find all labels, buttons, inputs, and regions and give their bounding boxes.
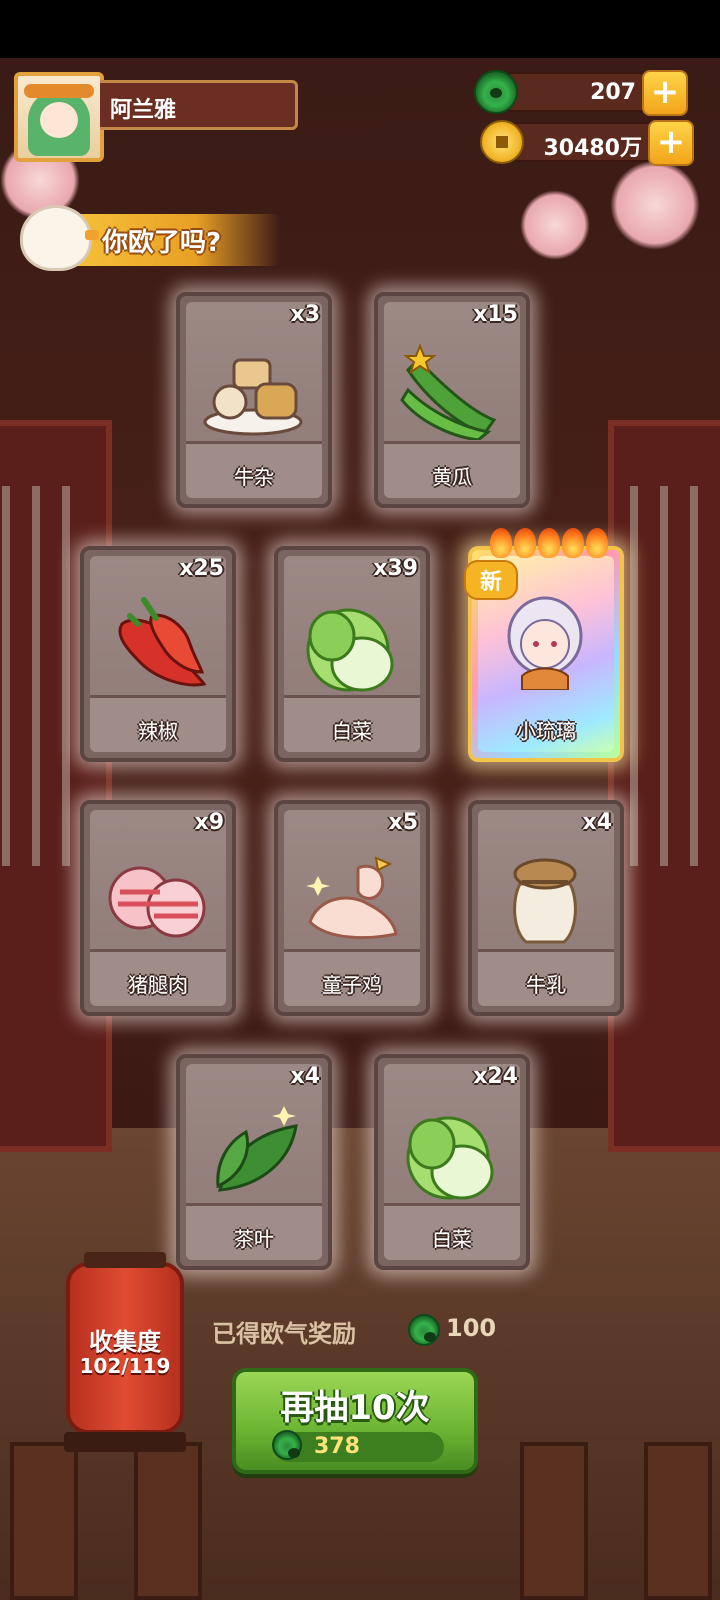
card-count: x25: [179, 556, 224, 581]
chili-icon: [118, 597, 207, 687]
pork-leg-icon: [108, 866, 206, 938]
card-label: 童子鸡: [322, 973, 382, 997]
reward-card[interactable]: x3 牛杂: [176, 292, 332, 508]
card-label: 牛杂: [234, 465, 274, 489]
card-label: 猪腿肉: [128, 973, 188, 997]
blossom-decoration: [610, 160, 700, 250]
fence-post: [520, 1442, 588, 1600]
background-door-right: [608, 420, 720, 1152]
reward-card[interactable]: x4 茶叶: [176, 1054, 332, 1270]
character-portrait-icon: [507, 596, 583, 690]
cucumber-icon: [400, 343, 497, 440]
card-count: x5: [388, 810, 419, 835]
add-jade-button[interactable]: +: [642, 70, 688, 116]
jade-icon: [474, 70, 518, 114]
draw-cost: 378: [314, 1434, 360, 1459]
rarity-flames-icon: [490, 528, 610, 558]
player-avatar[interactable]: [14, 72, 104, 162]
card-count: x15: [473, 302, 518, 327]
background-door-left: [0, 420, 112, 1152]
player-name-plate[interactable]: 阿兰雅: [100, 80, 298, 130]
fence-post: [10, 1442, 78, 1600]
coin-icon: [480, 120, 524, 164]
blossom-decoration: [520, 190, 590, 260]
lucky-banner: 你欧了吗?: [70, 214, 280, 266]
collection-label: 收集度: [89, 1328, 161, 1356]
card-count: x4: [582, 810, 613, 835]
draw-button-label: 再抽10次: [280, 1388, 430, 1428]
reward-value: 100: [446, 1314, 497, 1342]
chick-mascot-icon: [20, 205, 99, 271]
collection-lantern[interactable]: 收集度 102/119: [64, 1252, 186, 1452]
card-label: 小琉璃: [516, 719, 576, 743]
reward-card[interactable]: x24 白菜: [374, 1054, 530, 1270]
fence-post: [134, 1442, 202, 1600]
milk-jar-icon: [513, 858, 577, 944]
reward-card[interactable]: x4 牛乳: [468, 800, 624, 1016]
reward-card-special[interactable]: 新 小琉璃: [464, 528, 624, 762]
chicken-icon: [306, 856, 398, 940]
tea-leaf-icon: [216, 1106, 298, 1192]
jade-icon: [272, 1430, 302, 1460]
banner-text: 你欧了吗?: [102, 228, 222, 258]
reward-card[interactable]: x15 黄瓜: [374, 292, 530, 508]
beef-offal-icon: [203, 358, 303, 436]
reward-card[interactable]: x39 白菜: [274, 546, 430, 762]
card-label: 白菜: [432, 1227, 472, 1251]
jade-icon: [408, 1314, 440, 1346]
reward-label: 已得欧气奖励: [212, 1320, 356, 1348]
card-count: x3: [290, 302, 321, 327]
card-label: 茶叶: [234, 1227, 274, 1251]
card-label: 白菜: [332, 719, 372, 743]
cabbage-icon: [306, 608, 394, 692]
jade-amount: 207: [590, 80, 636, 105]
draw-again-button[interactable]: 再抽10次 378: [232, 1368, 478, 1474]
reward-card[interactable]: x9 猪腿肉: [80, 800, 236, 1016]
player-name: 阿兰雅: [110, 98, 177, 123]
coin-amount: 30480万: [543, 136, 642, 161]
card-label: 牛乳: [526, 973, 566, 997]
new-tag: 新: [464, 560, 519, 600]
collection-progress: 102/119: [79, 1354, 171, 1378]
card-label: 辣椒: [138, 719, 178, 743]
reward-card[interactable]: x25 辣椒: [80, 546, 236, 762]
coin-currency-bar: 30480万 +: [480, 120, 694, 166]
card-count: x39: [373, 556, 418, 581]
card-label: 黄瓜: [432, 465, 472, 489]
add-coin-button[interactable]: +: [648, 120, 694, 166]
reward-card[interactable]: x5 童子鸡: [274, 800, 430, 1016]
card-count: x9: [194, 810, 225, 835]
card-count: x24: [473, 1064, 518, 1089]
card-count: x4: [290, 1064, 321, 1089]
jade-currency-bar: 207 +: [474, 70, 688, 116]
status-bar: [0, 0, 720, 58]
cabbage-icon: [406, 1116, 494, 1200]
fence-post: [644, 1442, 712, 1600]
